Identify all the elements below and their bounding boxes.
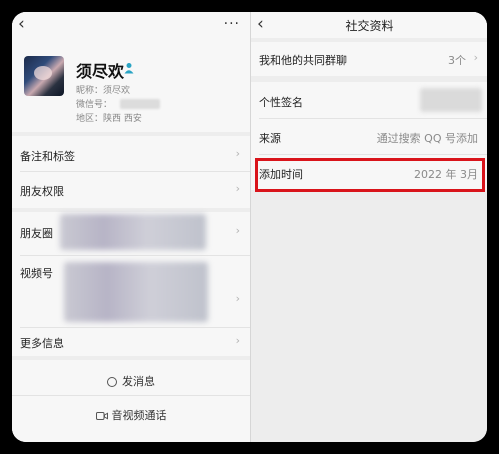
- profile-wechat-id: 微信号：: [76, 100, 113, 110]
- divider: [259, 154, 487, 155]
- profile-nickname: 昵称：须尽欢: [76, 86, 131, 96]
- social-info-pane: ‹ 社交资料 我和他的共同群聊 3个 › 个性签名 来源 通过搜索 QQ 号添加…: [250, 12, 487, 442]
- send-message-label: 发消息: [122, 375, 155, 388]
- page-title: 社交资料: [345, 19, 394, 33]
- more-options-icon[interactable]: ···: [224, 14, 240, 34]
- source-value: 通过搜索 QQ 号添加: [376, 132, 478, 145]
- send-message-button[interactable]: 发消息: [12, 373, 250, 389]
- channels-preview-redacted[interactable]: [64, 262, 208, 322]
- profile-region: 地区：陕西 西安: [76, 114, 142, 124]
- profile-topbar: ‹ ···: [12, 12, 250, 38]
- chevron-right-icon: ›: [235, 224, 240, 237]
- divider: [20, 255, 250, 256]
- source-label: 来源: [259, 132, 281, 145]
- divider: [20, 327, 250, 328]
- video-call-button[interactable]: 音视频通话: [12, 407, 250, 423]
- remarks-tags-label[interactable]: 备注和标签: [20, 148, 75, 164]
- content-group: 朋友圈 › 视频号 › 更多信息 ›: [12, 212, 250, 356]
- divider: [259, 118, 487, 119]
- wechat-id-redacted: [120, 99, 160, 109]
- profile-name: 须尽欢: [76, 62, 125, 81]
- common-groups-row[interactable]: 我和他的共同群聊 3个 ›: [251, 42, 487, 76]
- divider: [12, 395, 250, 396]
- avatar[interactable]: [24, 56, 64, 96]
- chevron-right-icon: ›: [235, 147, 240, 160]
- more-info-label[interactable]: 更多信息: [20, 335, 64, 351]
- video-call-label: 音视频通话: [111, 409, 167, 422]
- video-camera-icon: [95, 412, 108, 420]
- signature-label: 个性签名: [259, 96, 303, 109]
- profile-card: 须尽欢 昵称：须尽欢 微信号： 地区：陕西 西安: [12, 38, 250, 132]
- divider: [20, 171, 250, 172]
- common-groups-count: 3个: [448, 54, 466, 67]
- profile-pane: ‹ ··· 须尽欢 昵称：须尽欢 微信号： 地区：陕西 西安 备注和标签 › 朋…: [12, 12, 250, 442]
- signature-redacted: [420, 88, 482, 112]
- channels-label[interactable]: 视频号: [20, 265, 53, 281]
- chevron-right-icon: ›: [235, 292, 240, 305]
- device-screen: ‹ ··· 须尽欢 昵称：须尽欢 微信号： 地区：陕西 西安 备注和标签 › 朋…: [12, 12, 487, 442]
- actions-group: 发消息 音视频通话: [12, 360, 250, 442]
- highlight-box: [255, 158, 485, 192]
- chevron-right-icon: ›: [235, 182, 240, 195]
- moments-preview-redacted[interactable]: [60, 214, 206, 250]
- social-info-topbar: ‹ 社交资料: [251, 12, 487, 38]
- moments-label[interactable]: 朋友圈: [20, 225, 53, 241]
- user-badge-icon: [124, 63, 134, 74]
- common-groups-label: 我和他的共同群聊: [259, 54, 347, 67]
- chevron-right-icon: ›: [473, 51, 478, 64]
- back-icon[interactable]: ‹: [18, 14, 25, 34]
- friend-permissions-label[interactable]: 朋友权限: [20, 183, 64, 199]
- settings-group: 备注和标签 › 朋友权限 ›: [12, 136, 250, 208]
- chevron-right-icon: ›: [235, 334, 240, 347]
- message-icon: [107, 377, 117, 387]
